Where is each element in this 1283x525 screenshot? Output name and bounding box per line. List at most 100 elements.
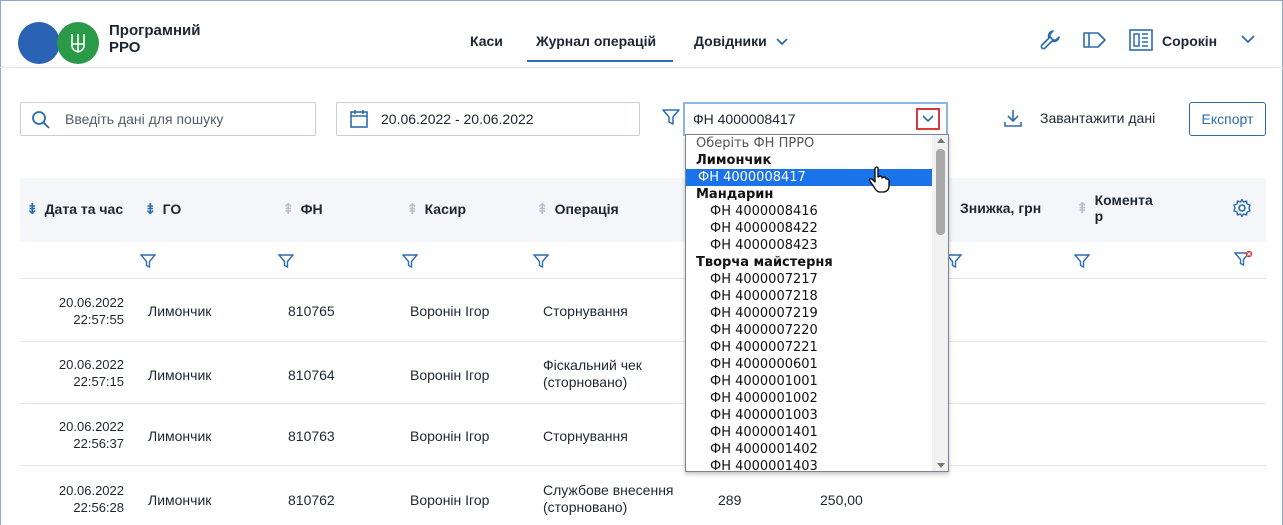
- sort-icon: ⇞: [536, 201, 549, 218]
- cell-date: 20.06.2022 22:56:28: [58, 483, 124, 515]
- nav-directories[interactable]: Довідники: [694, 33, 789, 50]
- column-go[interactable]: ⇟ ГО: [144, 200, 181, 218]
- export-button[interactable]: Експорт: [1189, 102, 1266, 136]
- cell-date: 20.06.2022 22:57:15: [58, 357, 124, 389]
- scrollbar-thumb[interactable]: [936, 149, 945, 235]
- cell-fn: 810765: [288, 303, 335, 319]
- dropdown-option[interactable]: ФН 4000007220: [686, 322, 932, 339]
- dropdown-option[interactable]: ФН 4000001003: [686, 407, 932, 424]
- nav-operations-log[interactable]: Журнал операцій: [536, 33, 656, 49]
- trident-icon: [57, 22, 99, 64]
- cell-cashier: Воронін Ігор: [410, 428, 490, 444]
- dropdown-option[interactable]: ФН 4000008416: [686, 203, 932, 220]
- fn-select-value: ФН 4000008417: [693, 111, 796, 127]
- dropdown-option[interactable]: ФН 4000001002: [686, 390, 932, 407]
- dropdown-group-label: Творча майстерня: [696, 255, 833, 270]
- cell-operation: Службове внесення (сторновано): [543, 482, 674, 515]
- cell-cashier: Воронін Ігор: [410, 492, 490, 508]
- cell-go: Лимончик: [148, 428, 212, 444]
- column-comment[interactable]: ⇞ Комента р: [1076, 192, 1153, 224]
- chevron-down-icon[interactable]: [916, 108, 940, 130]
- date-range-picker[interactable]: 20.06.2022 - 20.06.2022: [336, 102, 640, 136]
- filter-icon[interactable]: [277, 253, 295, 274]
- sort-icon: ⇞: [406, 201, 419, 218]
- cell-operation: Сторнування: [543, 303, 628, 319]
- filter-icon[interactable]: [1073, 253, 1091, 274]
- column-operation[interactable]: ⇞ Операція: [536, 200, 619, 218]
- dropdown-option[interactable]: ФН 4000008417: [686, 169, 932, 186]
- download-data-link[interactable]: Завантажити дані: [1040, 110, 1155, 126]
- cash-register-icon[interactable]: [1128, 28, 1154, 57]
- calendar-icon: [350, 110, 368, 128]
- cursor-icon: [868, 166, 890, 199]
- user-name[interactable]: Сорокін: [1162, 33, 1217, 49]
- dropdown-scrollbar[interactable]: [932, 135, 948, 471]
- nav-directories-label: Довідники: [694, 33, 767, 49]
- column-fn[interactable]: ⇞ ФН: [282, 200, 323, 218]
- cell-amount: 250,00: [820, 492, 863, 508]
- cell-fn: 810764: [288, 367, 335, 383]
- column-date-time[interactable]: ⇟ Дата та час: [26, 200, 123, 218]
- dropdown-option[interactable]: ФН 4000000601: [686, 356, 932, 373]
- cell-go: Лимончик: [148, 303, 212, 319]
- cell-operation: Фіскальний чек (сторновано): [543, 357, 642, 390]
- filter-icon[interactable]: [401, 253, 419, 274]
- fn-select[interactable]: ФН 4000008417: [683, 102, 948, 136]
- cell-go: Лимончик: [148, 367, 212, 383]
- settings-icon[interactable]: [1232, 198, 1252, 223]
- scroll-up-icon[interactable]: [937, 138, 945, 143]
- column-discount[interactable]: Знижка, грн: [960, 200, 1041, 216]
- dropdown-placeholder[interactable]: Оберіть ФН ПРРО: [686, 135, 932, 152]
- dropdown-option[interactable]: ФН 4000008422: [686, 220, 932, 237]
- dropdown-option[interactable]: ФН 4000007217: [686, 271, 932, 288]
- dropdown-option[interactable]: ФН 4000007221: [686, 339, 932, 356]
- column-label: ФН: [300, 201, 323, 217]
- fn-dropdown-list[interactable]: Оберіть ФН ПРРО Лимончик ФН 4000008417 Манд…: [685, 134, 949, 472]
- sort-icon: ⇟: [144, 201, 157, 218]
- dropdown-options: Оберіть ФН ПРРО Лимончик ФН 4000008417 Манд…: [686, 135, 932, 471]
- cell-cashier: Воронін Ігор: [410, 303, 490, 319]
- column-label: Операція: [554, 201, 619, 217]
- filter-icon[interactable]: [662, 108, 680, 131]
- search-input[interactable]: Введіть дані для пошуку: [20, 102, 316, 136]
- column-comment-line2: р: [1094, 208, 1104, 224]
- filter-icon[interactable]: [139, 253, 157, 274]
- nav-kasy[interactable]: Каси: [470, 33, 503, 49]
- app-title[interactable]: Програмний РРО: [109, 22, 219, 56]
- sort-icon: ⇟: [26, 201, 39, 218]
- logo-circle-blue: [18, 22, 60, 64]
- dropdown-option[interactable]: ФН 4000007218: [686, 288, 932, 305]
- dropdown-option[interactable]: ФН 4000007219: [686, 305, 932, 322]
- dropdown-group-label: Мандарин: [696, 187, 774, 202]
- search-icon: [32, 111, 50, 129]
- dropdown-option[interactable]: ФН 4000001403: [686, 458, 932, 471]
- cell-go: Лимончик: [148, 492, 212, 508]
- search-placeholder: Введіть дані для пошуку: [65, 111, 224, 127]
- cell-date: 20.06.2022 22:56:37: [58, 419, 124, 451]
- column-label: Комента р: [1095, 192, 1153, 224]
- column-cashier[interactable]: ⇞ Касир: [406, 200, 466, 218]
- date-range-value: 20.06.2022 - 20.06.2022: [381, 111, 534, 127]
- cell-fn: 810762: [288, 492, 335, 508]
- sort-icon: ⇞: [1076, 200, 1089, 217]
- cell-receipt-no: 289: [718, 492, 742, 508]
- column-label: ГО: [162, 201, 182, 217]
- column-comment-line1: Комента: [1094, 192, 1153, 208]
- filter-icon[interactable]: [532, 253, 550, 274]
- dropdown-option[interactable]: ФН 4000001001: [686, 373, 932, 390]
- tag-icon[interactable]: [1082, 28, 1108, 57]
- cell-date: 20.06.2022 22:57:55: [58, 295, 124, 327]
- wrench-icon[interactable]: [1038, 28, 1062, 57]
- sort-icon: ⇞: [282, 201, 295, 218]
- column-label: Касир: [424, 201, 467, 217]
- dropdown-option[interactable]: ФН 4000008423: [686, 237, 932, 254]
- dropdown-option[interactable]: ФН 4000001402: [686, 441, 932, 458]
- user-menu-chevron-icon[interactable]: [1240, 32, 1256, 50]
- dropdown-option[interactable]: ФН 4000001401: [686, 424, 932, 441]
- filter-clear-icon[interactable]: [1233, 250, 1254, 273]
- dropdown-group-label: Лимончик: [696, 153, 772, 168]
- scroll-down-icon[interactable]: [937, 463, 945, 468]
- chevron-down-icon: [775, 34, 789, 50]
- cell-operation: Сторнування: [543, 428, 628, 444]
- download-icon[interactable]: [1002, 108, 1024, 133]
